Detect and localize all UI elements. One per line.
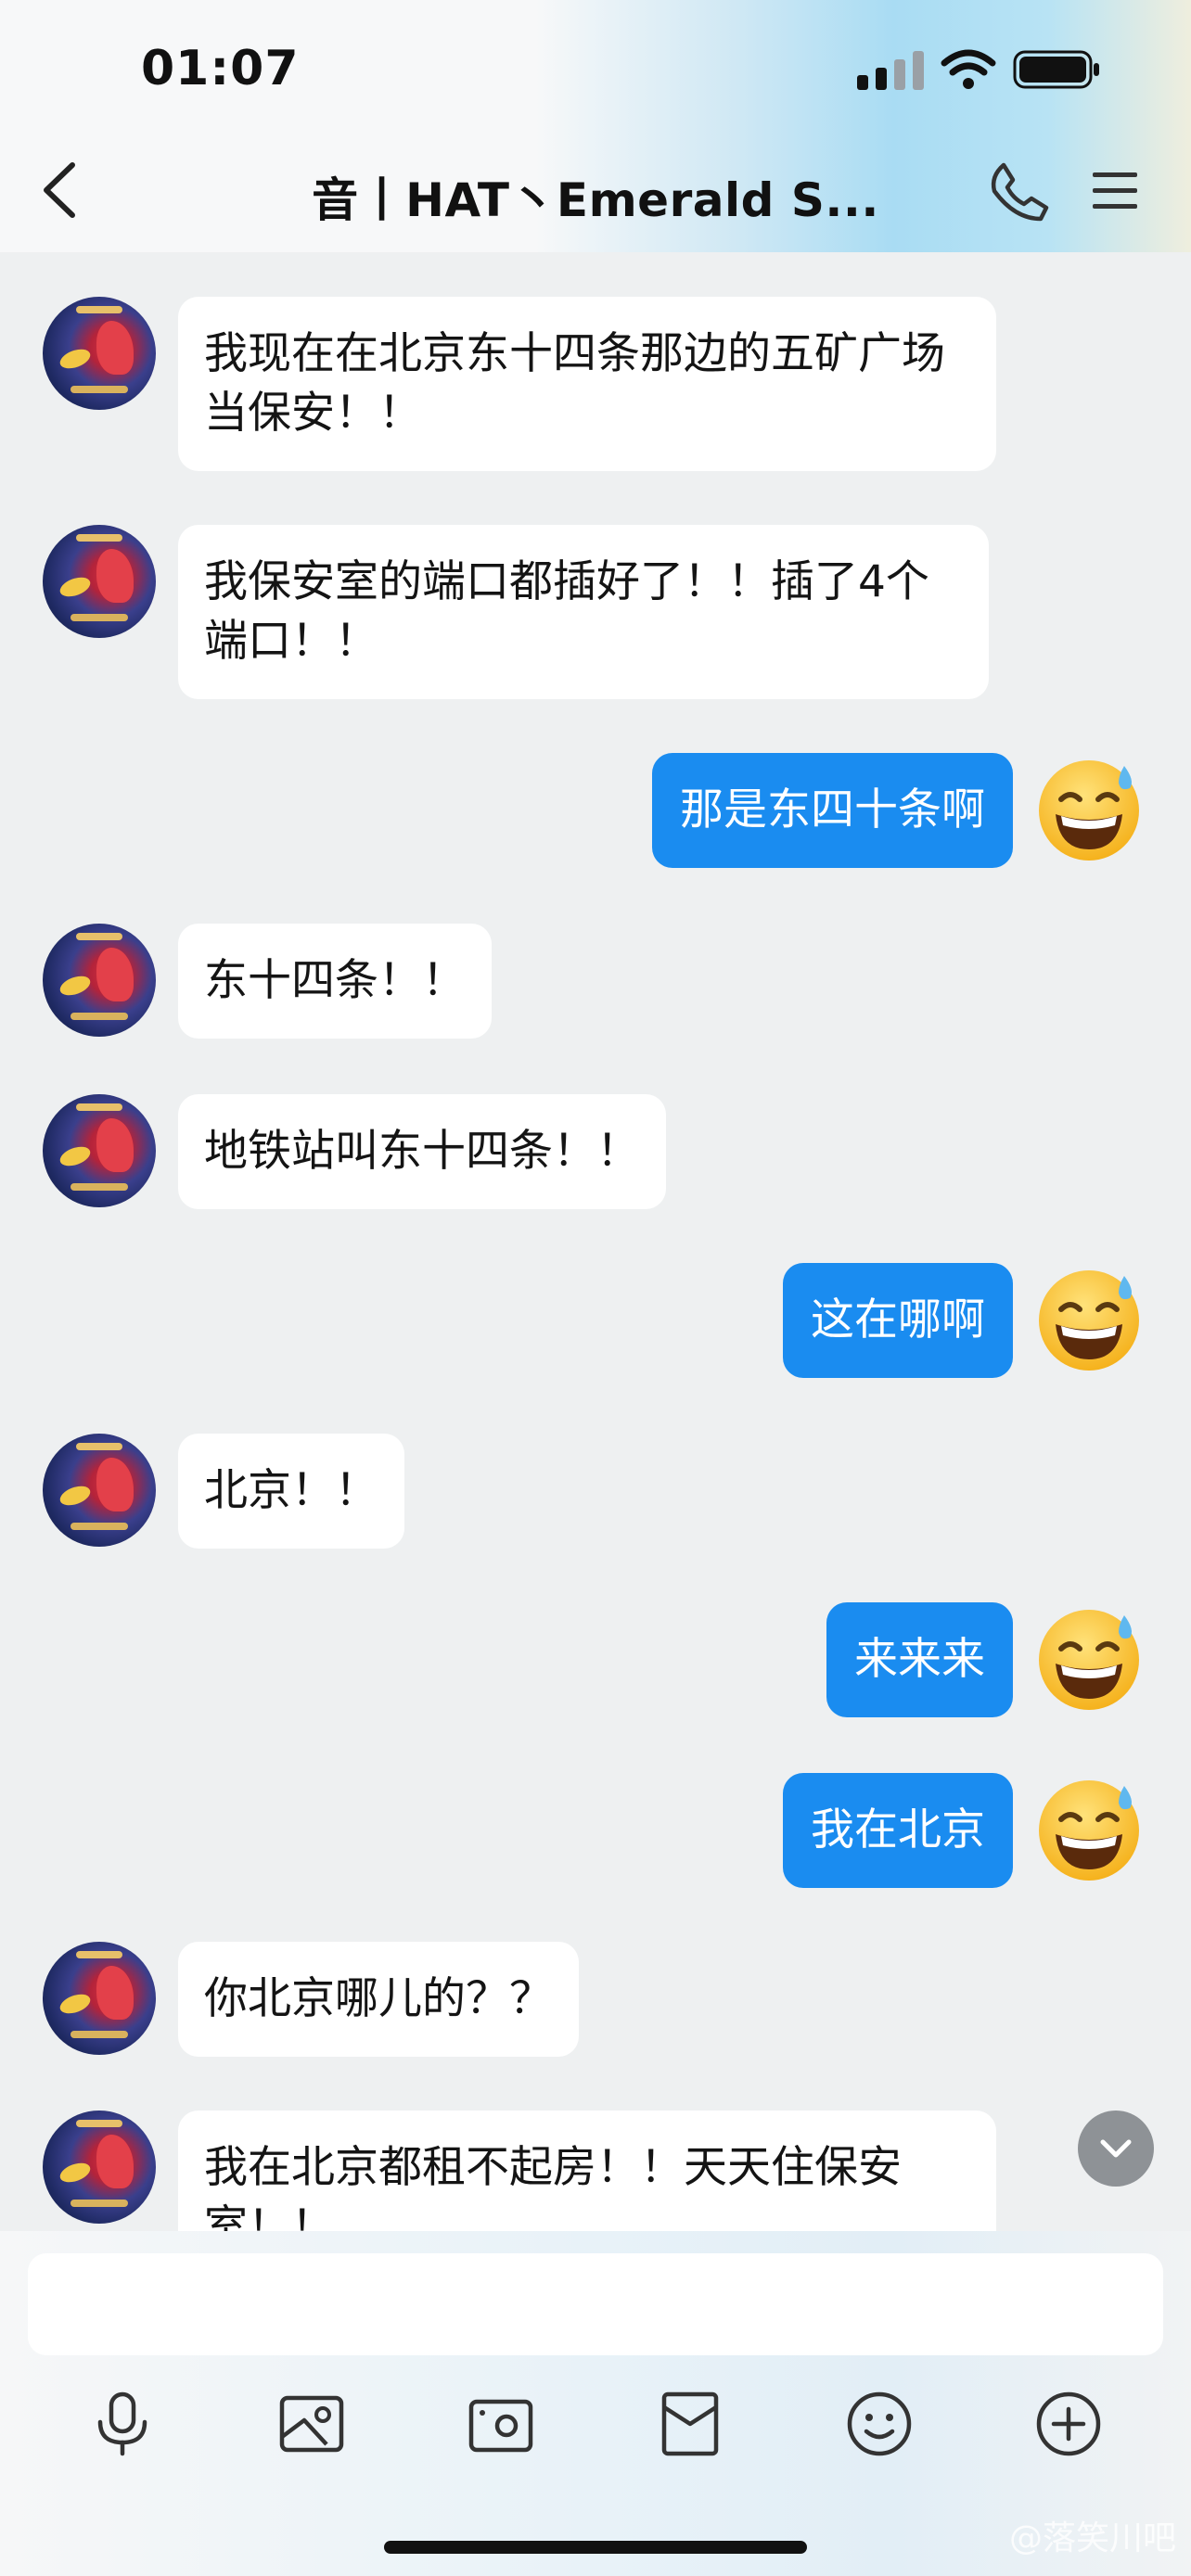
home-indicator[interactable] <box>384 2541 807 2554</box>
contact-avatar[interactable] <box>43 1942 156 2055</box>
emoji-icon[interactable] <box>844 2389 915 2459</box>
message-list[interactable]: 我现在在北京东十四条那边的五矿广场当保安！！ 我保安室的端口都插好了！！插了4个… <box>0 252 1191 2231</box>
plus-icon[interactable] <box>1033 2389 1104 2459</box>
signal-icon <box>857 49 924 90</box>
contact-avatar[interactable] <box>43 924 156 1037</box>
contact-avatar[interactable] <box>43 297 156 410</box>
outgoing-message-bubble[interactable]: 我在北京 <box>783 1773 1013 1888</box>
incoming-message-bubble[interactable]: 我现在在北京东十四条那边的五矿广场当保安！！ <box>178 297 996 471</box>
outgoing-message-bubble[interactable]: 这在哪啊 <box>783 1263 1013 1378</box>
wifi-icon <box>941 49 996 89</box>
input-toolbar <box>0 2389 1191 2463</box>
incoming-message-bubble[interactable]: 你北京哪儿的？？ <box>178 1942 579 2057</box>
chat-header: 01:07 音丨HAT丶Emerald S... <box>0 0 1191 252</box>
incoming-message-bubble[interactable]: 我保安室的端口都插好了！！插了4个端口！！ <box>178 525 989 699</box>
chevron-down-icon <box>1100 2139 1132 2158</box>
sweat-smile-emoji-avatar-icon[interactable] <box>1033 1773 1145 1884</box>
outgoing-message-bubble[interactable]: 来来来 <box>826 1602 1013 1717</box>
sweat-smile-emoji-avatar-icon[interactable] <box>1033 753 1145 864</box>
red-packet-icon[interactable] <box>655 2389 725 2459</box>
status-time: 01:07 <box>141 41 300 96</box>
menu-icon[interactable] <box>1087 163 1143 219</box>
incoming-message-bubble[interactable]: 我在北京都租不起房！！天天住保安室！！ <box>178 2111 996 2231</box>
phone-icon[interactable] <box>987 159 1052 224</box>
image-icon[interactable] <box>276 2389 347 2459</box>
watermark: @落笑川吧 <box>1008 2519 1176 2557</box>
message-input[interactable] <box>28 2253 1163 2355</box>
contact-avatar[interactable] <box>43 2111 156 2224</box>
input-area: @落笑川吧 <box>0 2231 1191 2576</box>
microphone-icon[interactable] <box>87 2389 158 2459</box>
incoming-message-bubble[interactable]: 地铁站叫东十四条！！ <box>178 1094 666 1209</box>
status-icons <box>857 46 1102 93</box>
sweat-smile-emoji-avatar-icon[interactable] <box>1033 1263 1145 1374</box>
incoming-message-bubble[interactable]: 东十四条！！ <box>178 924 492 1039</box>
contact-avatar[interactable] <box>43 1434 156 1547</box>
contact-avatar[interactable] <box>43 525 156 638</box>
camera-icon[interactable] <box>466 2389 536 2459</box>
incoming-message-bubble[interactable]: 北京！！ <box>178 1434 404 1549</box>
sweat-smile-emoji-avatar-icon[interactable] <box>1033 1602 1145 1714</box>
scroll-to-bottom-button[interactable] <box>1078 2111 1154 2187</box>
contact-avatar[interactable] <box>43 1094 156 1207</box>
outgoing-message-bubble[interactable]: 那是东四十条啊 <box>652 753 1013 868</box>
battery-icon <box>1013 50 1099 89</box>
